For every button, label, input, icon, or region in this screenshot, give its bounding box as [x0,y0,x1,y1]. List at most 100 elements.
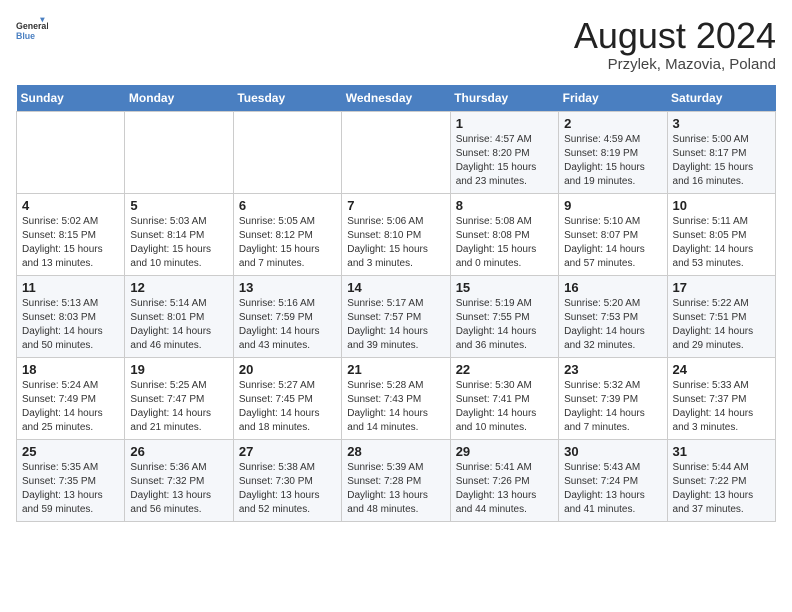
weekday-tuesday: Tuesday [233,85,341,112]
calendar-cell: 18Sunrise: 5:24 AM Sunset: 7:49 PM Dayli… [17,357,125,439]
calendar-cell: 14 Sunrise: 5:17 AM Sunset: 7:57 PM Dayli… [342,275,450,357]
calendar-cell: 7Sunrise: 5:06 AM Sunset: 8:10 PM Daylig… [342,193,450,275]
day-number: 24 [673,362,770,377]
day-info: Sunrise: 5:20 AM Sunset: 7:53 PM Dayligh… [564,297,661,353]
calendar-cell: 17Sunrise: 5:22 AM Sunset: 7:51 PM Dayli… [667,275,775,357]
page-header: General Blue August 2024 Przylek, Mazovi… [16,16,776,73]
calendar-cell: 19Sunrise: 5:25 AM Sunset: 7:47 PM Dayli… [125,357,233,439]
calendar-week-5: 25 Sunrise: 5:35 AM Sunset: 7:35 PM Dayli… [17,439,776,521]
calendar-week-2: 4Sunrise: 5:02 AM Sunset: 8:15 PM Daylig… [17,193,776,275]
day-number: 8 [456,198,553,213]
day-number: 25 [22,444,119,459]
day-number: 31 [673,444,770,459]
day-info: Sunrise: 4:59 AM Sunset: 8:19 PM Dayligh… [564,133,661,189]
day-info: Sunrise: 5:22 AM Sunset: 7:51 PM Dayligh… [673,297,770,353]
weekday-sunday: Sunday [17,85,125,112]
calendar-cell: 22 Sunrise: 5:30 AM Sunset: 7:41 PM Dayli… [450,357,558,439]
day-info: Sunrise: 4:57 AM Sunset: 8:20 PM Dayligh… [456,133,553,189]
calendar-cell [342,111,450,193]
calendar-cell: 31 Sunrise: 5:44 AM Sunset: 7:22 PM Dayli… [667,439,775,521]
calendar-cell: 5 Sunrise: 5:03 AM Sunset: 8:14 PM Daylig… [125,193,233,275]
day-info: Sunrise: 5:11 AM Sunset: 8:05 PM Dayligh… [673,215,770,271]
calendar-cell: 9 Sunrise: 5:10 AM Sunset: 8:07 PM Daylig… [559,193,667,275]
day-info: Sunrise: 5:05 AM Sunset: 8:12 PM Dayligh… [239,215,336,271]
calendar-cell: 21 Sunrise: 5:28 AM Sunset: 7:43 PM Dayli… [342,357,450,439]
calendar-week-4: 18Sunrise: 5:24 AM Sunset: 7:49 PM Dayli… [17,357,776,439]
calendar-cell: 26Sunrise: 5:36 AM Sunset: 7:32 PM Dayli… [125,439,233,521]
calendar-cell: 2Sunrise: 4:59 AM Sunset: 8:19 PM Daylig… [559,111,667,193]
day-number: 1 [456,116,553,131]
day-info: Sunrise: 5:00 AM Sunset: 8:17 PM Dayligh… [673,133,770,189]
day-number: 18 [22,362,119,377]
day-info: Sunrise: 5:19 AM Sunset: 7:55 PM Dayligh… [456,297,553,353]
day-info: Sunrise: 5:08 AM Sunset: 8:08 PM Dayligh… [456,215,553,271]
calendar-cell: 13 Sunrise: 5:16 AM Sunset: 7:59 PM Dayli… [233,275,341,357]
calendar-subtitle: Przylek, Mazovia, Poland [574,56,776,73]
calendar-cell [17,111,125,193]
logo: General Blue [16,16,52,48]
day-info: Sunrise: 5:27 AM Sunset: 7:45 PM Dayligh… [239,379,336,435]
day-info: Sunrise: 5:16 AM Sunset: 7:59 PM Dayligh… [239,297,336,353]
day-number: 28 [347,444,444,459]
calendar-cell [233,111,341,193]
calendar-week-3: 11Sunrise: 5:13 AM Sunset: 8:03 PM Dayli… [17,275,776,357]
day-info: Sunrise: 5:33 AM Sunset: 7:37 PM Dayligh… [673,379,770,435]
day-number: 11 [22,280,119,295]
day-info: Sunrise: 5:03 AM Sunset: 8:14 PM Dayligh… [130,215,227,271]
day-info: Sunrise: 5:28 AM Sunset: 7:43 PM Dayligh… [347,379,444,435]
calendar-cell: 27 Sunrise: 5:38 AM Sunset: 7:30 PM Dayli… [233,439,341,521]
day-number: 20 [239,362,336,377]
day-info: Sunrise: 5:43 AM Sunset: 7:24 PM Dayligh… [564,461,661,517]
calendar-cell [125,111,233,193]
calendar-cell: 3Sunrise: 5:00 AM Sunset: 8:17 PM Daylig… [667,111,775,193]
day-number: 9 [564,198,661,213]
day-info: Sunrise: 5:35 AM Sunset: 7:35 PM Dayligh… [22,461,119,517]
day-number: 27 [239,444,336,459]
day-info: Sunrise: 5:06 AM Sunset: 8:10 PM Dayligh… [347,215,444,271]
logo-icon: General Blue [16,16,48,48]
calendar-cell: 30 Sunrise: 5:43 AM Sunset: 7:24 PM Dayli… [559,439,667,521]
day-number: 21 [347,362,444,377]
day-number: 13 [239,280,336,295]
weekday-monday: Monday [125,85,233,112]
day-number: 6 [239,198,336,213]
calendar-cell: 16 Sunrise: 5:20 AM Sunset: 7:53 PM Dayli… [559,275,667,357]
day-info: Sunrise: 5:44 AM Sunset: 7:22 PM Dayligh… [673,461,770,517]
day-number: 4 [22,198,119,213]
day-number: 23 [564,362,661,377]
calendar-cell: 6 Sunrise: 5:05 AM Sunset: 8:12 PM Daylig… [233,193,341,275]
calendar-cell: 12Sunrise: 5:14 AM Sunset: 8:01 PM Dayli… [125,275,233,357]
calendar-cell: 25 Sunrise: 5:35 AM Sunset: 7:35 PM Dayli… [17,439,125,521]
calendar-cell: 8 Sunrise: 5:08 AM Sunset: 8:08 PM Daylig… [450,193,558,275]
day-number: 26 [130,444,227,459]
day-number: 19 [130,362,227,377]
day-number: 15 [456,280,553,295]
calendar-cell: 1 Sunrise: 4:57 AM Sunset: 8:20 PM Daylig… [450,111,558,193]
day-info: Sunrise: 5:39 AM Sunset: 7:28 PM Dayligh… [347,461,444,517]
day-number: 29 [456,444,553,459]
day-number: 5 [130,198,227,213]
svg-text:General: General [16,21,48,31]
day-number: 22 [456,362,553,377]
svg-text:Blue: Blue [16,31,35,41]
day-number: 14 [347,280,444,295]
day-info: Sunrise: 5:32 AM Sunset: 7:39 PM Dayligh… [564,379,661,435]
weekday-friday: Friday [559,85,667,112]
day-number: 10 [673,198,770,213]
calendar-cell: 28 Sunrise: 5:39 AM Sunset: 7:28 PM Dayli… [342,439,450,521]
calendar-cell: 4Sunrise: 5:02 AM Sunset: 8:15 PM Daylig… [17,193,125,275]
day-number: 16 [564,280,661,295]
calendar-week-1: 1 Sunrise: 4:57 AM Sunset: 8:20 PM Daylig… [17,111,776,193]
day-info: Sunrise: 5:38 AM Sunset: 7:30 PM Dayligh… [239,461,336,517]
weekday-wednesday: Wednesday [342,85,450,112]
day-info: Sunrise: 5:10 AM Sunset: 8:07 PM Dayligh… [564,215,661,271]
day-info: Sunrise: 5:17 AM Sunset: 7:57 PM Dayligh… [347,297,444,353]
calendar-table: SundayMondayTuesdayWednesdayThursdayFrid… [16,85,776,522]
day-info: Sunrise: 5:14 AM Sunset: 8:01 PM Dayligh… [130,297,227,353]
calendar-cell: 29Sunrise: 5:41 AM Sunset: 7:26 PM Dayli… [450,439,558,521]
weekday-header-row: SundayMondayTuesdayWednesdayThursdayFrid… [17,85,776,112]
calendar-cell: 23 Sunrise: 5:32 AM Sunset: 7:39 PM Dayli… [559,357,667,439]
day-number: 30 [564,444,661,459]
calendar-cell: 24 Sunrise: 5:33 AM Sunset: 7:37 PM Dayli… [667,357,775,439]
day-info: Sunrise: 5:30 AM Sunset: 7:41 PM Dayligh… [456,379,553,435]
